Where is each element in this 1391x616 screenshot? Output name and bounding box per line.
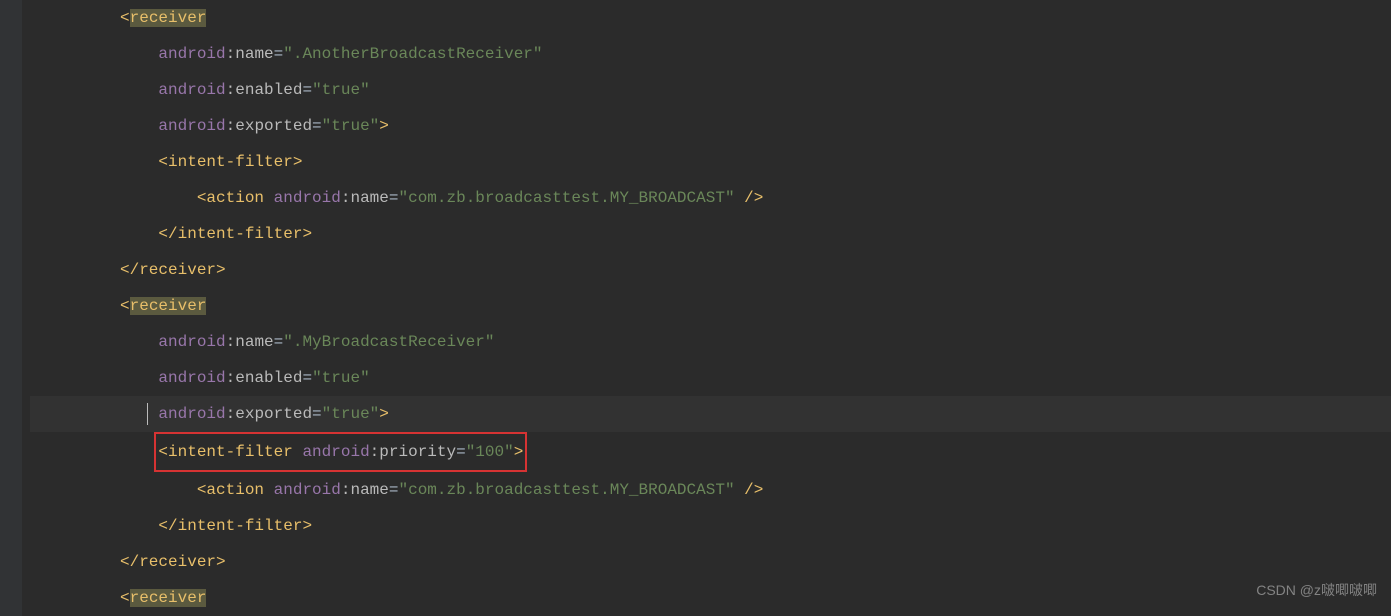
xml-bracket: > bbox=[302, 517, 312, 535]
xml-attr-name: name bbox=[350, 189, 388, 207]
xml-bracket: < bbox=[197, 189, 207, 207]
xml-attr-name: name bbox=[235, 333, 273, 351]
xml-tag: receiver bbox=[139, 553, 216, 571]
xml-bracket: > bbox=[216, 261, 226, 279]
code-line[interactable]: <intent-filter android:priority="100"> bbox=[30, 432, 1391, 472]
code-line[interactable]: </receiver> bbox=[30, 252, 1391, 288]
xml-equals: = bbox=[312, 117, 322, 135]
code-line[interactable]: </intent-filter> bbox=[30, 216, 1391, 252]
xml-equals: = bbox=[312, 405, 322, 423]
code-line[interactable]: android:name=".MyBroadcastReceiver" bbox=[30, 324, 1391, 360]
code-line[interactable]: <receiver bbox=[30, 0, 1391, 36]
xml-attr-name: : bbox=[226, 81, 236, 99]
xml-attr-value: "com.zb.broadcasttest.MY_BROADCAST" bbox=[398, 189, 734, 207]
xml-attr-value: ".MyBroadcastReceiver" bbox=[283, 333, 494, 351]
code-line[interactable]: <action android:name="com.zb.broadcastte… bbox=[30, 472, 1391, 508]
xml-attr-name: : bbox=[226, 405, 236, 423]
xml-tag: receiver bbox=[139, 261, 216, 279]
xml-equals: = bbox=[302, 369, 312, 387]
xml-bracket: < bbox=[120, 9, 130, 27]
xml-attr-name: : bbox=[226, 117, 236, 135]
xml-attr-name: priority bbox=[379, 443, 456, 461]
xml-attr-name: name bbox=[235, 45, 273, 63]
code-line[interactable]: <receiver bbox=[30, 288, 1391, 324]
code-line[interactable]: android:enabled="true" bbox=[30, 360, 1391, 396]
xml-attr-value: "true" bbox=[312, 81, 370, 99]
xml-tag-highlighted: receiver bbox=[130, 9, 207, 27]
xml-bracket: /> bbox=[744, 189, 763, 207]
xml-bracket: < bbox=[120, 589, 130, 607]
xml-attr-value: "true" bbox=[322, 405, 380, 423]
code-line[interactable]: <action android:name="com.zb.broadcastte… bbox=[30, 180, 1391, 216]
xml-bracket: > bbox=[216, 553, 226, 571]
code-line[interactable]: android:name=".AnotherBroadcastReceiver" bbox=[30, 36, 1391, 72]
xml-bracket: /> bbox=[744, 481, 763, 499]
xml-attr-name: exported bbox=[235, 117, 312, 135]
xml-bracket: </ bbox=[158, 225, 177, 243]
xml-bracket: </ bbox=[120, 553, 139, 571]
xml-tag: intent-filter bbox=[178, 225, 303, 243]
xml-tag: action bbox=[206, 189, 264, 207]
xml-namespace: android bbox=[302, 443, 369, 461]
xml-equals: = bbox=[302, 81, 312, 99]
xml-bracket: < bbox=[120, 297, 130, 315]
xml-namespace: android bbox=[158, 369, 225, 387]
xml-bracket: > bbox=[379, 117, 389, 135]
xml-attr-value: "true" bbox=[322, 117, 380, 135]
code-line[interactable]: </intent-filter> bbox=[30, 508, 1391, 544]
xml-tag: intent-filter bbox=[168, 153, 293, 171]
code-editor[interactable]: <receiver android:name=".AnotherBroadcas… bbox=[0, 0, 1391, 616]
xml-bracket: > bbox=[302, 225, 312, 243]
xml-bracket: < bbox=[158, 153, 168, 171]
xml-attr-name: enabled bbox=[235, 81, 302, 99]
code-line[interactable]: android:enabled="true" bbox=[30, 72, 1391, 108]
xml-attr-name: : bbox=[370, 443, 380, 461]
xml-namespace: android bbox=[158, 117, 225, 135]
xml-equals: = bbox=[274, 333, 284, 351]
xml-bracket: < bbox=[197, 481, 207, 499]
xml-bracket: > bbox=[379, 405, 389, 423]
xml-bracket: </ bbox=[158, 517, 177, 535]
watermark-text: CSDN @z啵唧啵唧 bbox=[1256, 572, 1377, 608]
xml-namespace: android bbox=[158, 405, 225, 423]
xml-attr-name: : bbox=[226, 333, 236, 351]
code-line[interactable]: </receiver> bbox=[30, 544, 1391, 580]
xml-equals: = bbox=[456, 443, 466, 461]
xml-attr-name: enabled bbox=[235, 369, 302, 387]
code-line-current[interactable]: android:exported="true"> bbox=[30, 396, 1391, 432]
xml-attr-name: : bbox=[226, 45, 236, 63]
xml-tag-highlighted: receiver bbox=[130, 589, 207, 607]
xml-namespace: android bbox=[274, 481, 341, 499]
xml-bracket: > bbox=[293, 153, 303, 171]
highlight-box: <intent-filter android:priority="100"> bbox=[154, 432, 527, 472]
xml-tag: action bbox=[206, 481, 264, 499]
xml-attr-name: name bbox=[350, 481, 388, 499]
code-line[interactable]: android:exported="true"> bbox=[30, 108, 1391, 144]
xml-equals: = bbox=[274, 45, 284, 63]
xml-tag-highlighted: receiver bbox=[130, 297, 207, 315]
code-line[interactable]: <receiver bbox=[30, 580, 1391, 616]
xml-tag: intent-filter bbox=[168, 443, 293, 461]
xml-attr-value: "true" bbox=[312, 369, 370, 387]
xml-namespace: android bbox=[274, 189, 341, 207]
text-caret bbox=[147, 403, 148, 425]
xml-attr-name: : bbox=[226, 369, 236, 387]
xml-namespace: android bbox=[158, 81, 225, 99]
xml-bracket: > bbox=[514, 443, 524, 461]
code-line[interactable]: <intent-filter> bbox=[30, 144, 1391, 180]
xml-attr-value: "com.zb.broadcasttest.MY_BROADCAST" bbox=[398, 481, 734, 499]
xml-bracket: < bbox=[158, 443, 168, 461]
xml-attr-name: exported bbox=[235, 405, 312, 423]
xml-tag: intent-filter bbox=[178, 517, 303, 535]
xml-attr-value: ".AnotherBroadcastReceiver" bbox=[283, 45, 542, 63]
xml-bracket: </ bbox=[120, 261, 139, 279]
xml-namespace: android bbox=[158, 333, 225, 351]
xml-attr-value: "100" bbox=[466, 443, 514, 461]
xml-namespace: android bbox=[158, 45, 225, 63]
